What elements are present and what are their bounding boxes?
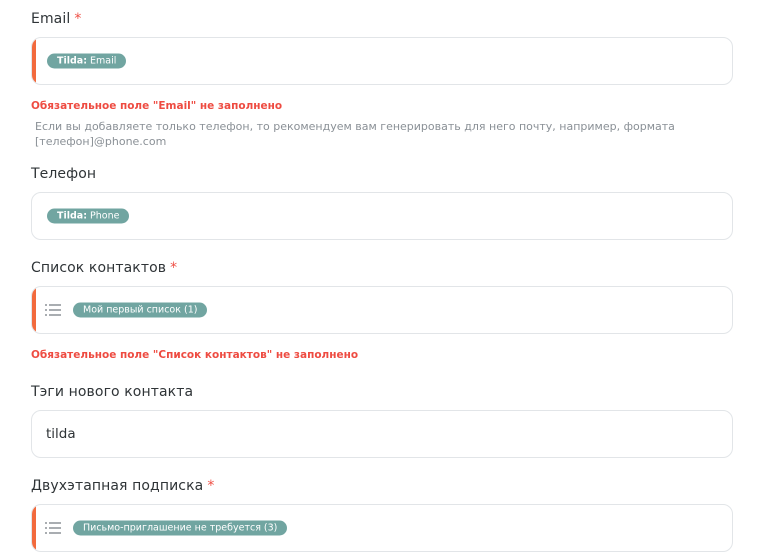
contact-list-select[interactable]: Мой первый список (1) <box>31 286 733 334</box>
chip-prefix: Tilda: <box>57 55 88 67</box>
email-hint: Если вы добавляете только телефон, то ре… <box>35 120 675 148</box>
contact-list-error-message: Обязательное поле "Список контактов" не … <box>31 349 359 361</box>
required-mark: * <box>74 11 82 27</box>
double-optin-label-text: Двухэтапная подписка <box>31 478 204 494</box>
tags-value: tilda <box>46 426 76 442</box>
chip-value: Email <box>90 55 117 67</box>
phone-field[interactable]: Tilda: Phone <box>31 192 733 240</box>
phone-label-text: Телефон <box>31 166 97 182</box>
tags-label: Тэги нового контакта <box>31 384 193 400</box>
required-mark: * <box>170 260 178 276</box>
list-icon <box>45 522 61 534</box>
phone-label: Телефон <box>31 166 96 182</box>
required-mark: * <box>207 478 215 494</box>
contact-list-chip[interactable]: Мой первый список (1) <box>73 302 208 318</box>
email-field[interactable]: Tilda: Email <box>31 37 733 85</box>
double-optin-label: Двухэтапная подписка * <box>31 478 214 494</box>
double-optin-chip[interactable]: Письмо-приглашение не требуется (3) <box>73 520 288 536</box>
email-label-text: Email <box>31 11 71 27</box>
contact-list-label: Список контактов * <box>31 260 177 276</box>
email-mapping-chip[interactable]: Tilda: Email <box>47 53 127 69</box>
tags-input[interactable]: tilda <box>31 410 733 458</box>
contact-list-label-text: Список контактов <box>31 260 167 276</box>
tags-label-text: Тэги нового контакта <box>31 384 194 400</box>
list-icon <box>45 304 61 316</box>
email-label: Email * <box>31 11 81 27</box>
chip-prefix: Tilda: <box>57 210 88 222</box>
email-error-message: Обязательное поле "Email" не заполнено <box>31 100 283 112</box>
double-optin-select[interactable]: Письмо-приглашение не требуется (3) <box>31 504 733 552</box>
phone-mapping-chip[interactable]: Tilda: Phone <box>47 208 130 224</box>
chip-value: Phone <box>90 210 120 222</box>
